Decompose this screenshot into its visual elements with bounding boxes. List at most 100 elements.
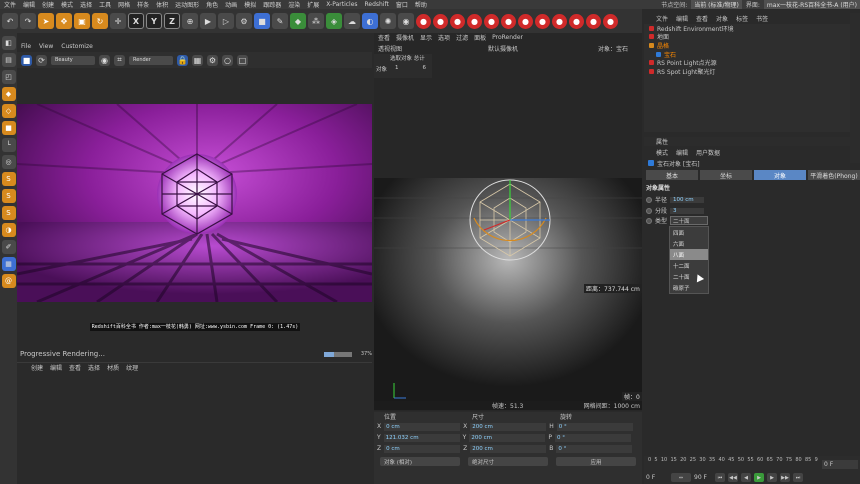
goto-end-icon[interactable]: ⏭ — [793, 473, 803, 482]
tab-basic[interactable]: 基本 — [646, 170, 698, 180]
om-menu-file[interactable]: 文件 — [656, 14, 668, 23]
attr-menu-userdata[interactable]: 用户数据 — [696, 148, 720, 157]
next-key-icon[interactable]: ▶▶ — [780, 473, 790, 482]
prev-frame-icon[interactable]: ◀ — [741, 473, 751, 482]
position-x-field[interactable]: 0 cm — [384, 422, 461, 431]
menu-mesh[interactable]: 网格 — [118, 0, 130, 9]
light-icon[interactable]: ✺ — [380, 13, 396, 29]
vp-menu-view[interactable]: 查看 — [378, 33, 390, 42]
render-view-icon[interactable]: ▶ — [200, 13, 216, 29]
redshift-s2-icon[interactable]: S — [1, 189, 16, 203]
list-item[interactable]: RS Point Light点光源 — [644, 58, 850, 67]
axis-z-toggle[interactable]: Z — [164, 13, 180, 29]
redshift-proxy-icon[interactable]: ● — [535, 13, 550, 29]
rotate-tool-icon[interactable]: ↻ — [92, 13, 108, 29]
axis-y-toggle[interactable]: Y — [146, 13, 162, 29]
segments-anim-dot[interactable] — [646, 207, 652, 214]
goto-start-icon[interactable]: ⏮ — [715, 473, 725, 482]
cube-object-icon[interactable]: ■ — [254, 13, 270, 29]
redshift-camera-icon[interactable]: ● — [416, 13, 431, 29]
lock-icon[interactable]: 🔒 — [177, 54, 188, 66]
redshift-object-tag-icon[interactable]: ● — [569, 13, 584, 29]
mat-menu-view[interactable]: 查看 — [69, 363, 81, 372]
tab-phong[interactable]: 平滑着色(Phong) — [808, 170, 860, 180]
viewport-camera[interactable]: 默认摄像机 — [488, 44, 598, 53]
texture-mode-icon[interactable]: ▤ — [1, 53, 16, 67]
size-z-field[interactable]: 200 cm — [470, 444, 547, 453]
rv-menu-view[interactable]: View — [39, 43, 53, 50]
type-option-buckyball[interactable]: 碳原子 — [670, 282, 708, 293]
redshift-dome-light-icon[interactable]: ● — [467, 13, 482, 29]
vp-menu-display[interactable]: 显示 — [420, 33, 432, 42]
redshift-area-light-icon[interactable]: ● — [450, 13, 465, 29]
model-mode-icon[interactable]: ◧ — [1, 36, 16, 50]
vp-menu-filter[interactable]: 过滤 — [456, 33, 468, 42]
render-settings-icon[interactable]: ⚙ — [236, 13, 252, 29]
mat-menu-texture[interactable]: 纹理 — [126, 363, 138, 372]
spiral-icon[interactable]: @ — [1, 274, 16, 288]
environment-icon[interactable]: ☁ — [344, 13, 360, 29]
recent-tool-icon[interactable]: ✛ — [110, 13, 126, 29]
tab-coord[interactable]: 坐标 — [700, 170, 752, 180]
paint-icon[interactable]: ✐ — [1, 240, 16, 254]
menu-mograph[interactable]: 运动图形 — [175, 0, 199, 9]
rotation-b-field[interactable]: 0 ° — [556, 444, 633, 453]
om-menu-object[interactable]: 对象 — [716, 14, 728, 23]
deformer-icon[interactable]: ◈ — [326, 13, 342, 29]
workplane-icon[interactable]: ◰ — [1, 70, 16, 84]
play-icon[interactable]: ▶ — [754, 473, 764, 482]
size-y-field[interactable]: 200 cm — [469, 433, 546, 442]
attr-menu-edit[interactable]: 编辑 — [676, 148, 688, 157]
layer-icon[interactable]: ▦ — [1, 257, 16, 271]
redo-icon[interactable]: ↷ — [20, 13, 36, 29]
move-tool-icon[interactable]: ✥ — [56, 13, 72, 29]
end-frame-field[interactable]: 90 F — [694, 474, 712, 481]
radius-anim-dot[interactable] — [646, 196, 652, 203]
redshift-s3-icon[interactable]: S — [1, 206, 16, 220]
position-y-field[interactable]: 121.032 cm — [383, 433, 460, 442]
vp-menu-options[interactable]: 选项 — [438, 33, 450, 42]
rotation-p-field[interactable]: 0 ° — [554, 433, 631, 442]
rotation-h-field[interactable]: 0 ° — [556, 422, 633, 431]
node-space-select[interactable]: 当前 (标准/物理) — [691, 0, 742, 9]
menu-simulate[interactable]: 模拟 — [244, 0, 256, 9]
select-tool-icon[interactable]: ➤ — [38, 13, 54, 29]
render-toggle-icon[interactable]: ■ — [21, 54, 32, 66]
menu-tracker[interactable]: 跟踪器 — [263, 0, 281, 9]
mat-menu-material[interactable]: 材质 — [107, 363, 119, 372]
menu-tools[interactable]: 工具 — [99, 0, 111, 9]
redshift-sun-icon[interactable]: ● — [484, 13, 499, 29]
next-frame-icon[interactable]: ▶ — [767, 473, 777, 482]
range-slider[interactable]: ⇔ — [671, 473, 691, 482]
axis-x-toggle[interactable]: X — [128, 13, 144, 29]
vp-menu-panel[interactable]: 面板 — [474, 33, 486, 42]
redshift-ies-icon[interactable]: ● — [501, 13, 516, 29]
menu-redshift[interactable]: Redshift — [365, 1, 389, 8]
om-menu-edit[interactable]: 编辑 — [676, 14, 688, 23]
size-x-field[interactable]: 200 cm — [470, 422, 547, 431]
redshift-material-icon[interactable]: ● — [586, 13, 601, 29]
menu-edit[interactable]: 编辑 — [23, 0, 35, 9]
type-option-tetra[interactable]: 四面 — [670, 227, 708, 238]
position-z-field[interactable]: 0 cm — [384, 444, 461, 453]
list-item[interactable]: 晶格 — [644, 41, 850, 50]
menu-file[interactable]: 文件 — [4, 0, 16, 9]
viewport-3d-view[interactable] — [374, 178, 642, 410]
snapshot-icon[interactable]: ◉ — [99, 54, 110, 66]
type-select[interactable]: 二十面 — [670, 216, 708, 225]
list-item[interactable]: 宝石 — [644, 50, 850, 58]
refresh-icon[interactable]: ⟳ — [36, 54, 47, 66]
tag-icon[interactable]: ◉ — [398, 13, 414, 29]
pen-spline-icon[interactable]: ✎ — [272, 13, 288, 29]
settings-gear-icon[interactable]: ⚙ — [207, 54, 218, 66]
scale-tool-icon[interactable]: ▣ — [74, 13, 90, 29]
mat-menu-select[interactable]: 选择 — [88, 363, 100, 372]
menu-render[interactable]: 渲染 — [288, 0, 300, 9]
menu-spline[interactable]: 样条 — [137, 0, 149, 9]
polygons-mode-icon[interactable]: ■ — [1, 121, 16, 135]
layout-select[interactable]: max一枝花-RS百科全书-A (用户) — [763, 0, 860, 9]
rv-menu-file[interactable]: File — [21, 43, 31, 50]
radius-field[interactable]: 100 cm — [670, 196, 705, 203]
menu-extensions[interactable]: 扩展 — [307, 0, 319, 9]
list-item[interactable]: Redshift Environment环境 — [644, 24, 850, 33]
